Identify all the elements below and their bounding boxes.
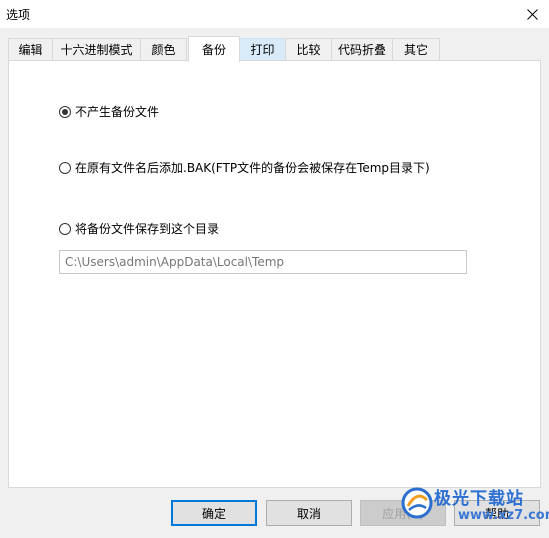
radio-save-to-dir[interactable]: 将备份文件保存到这个目录 <box>59 220 219 237</box>
radio-no-backup[interactable]: 不产生备份文件 <box>59 103 159 120</box>
radio-no-backup-label: 不产生备份文件 <box>75 105 160 119</box>
radio-no-backup-indicator[interactable] <box>59 105 71 118</box>
radio-save-to-dir-label: 将备份文件保存到这个目录 <box>75 222 220 236</box>
radio-append-bak-label: 在原有文件名后添加.BAK(FTP文件的备份会被保存在Temp目录下) <box>75 161 430 175</box>
ok-button[interactable]: 确定 <box>171 500 257 526</box>
tab-hex-mode[interactable]: 十六进制模式 <box>52 38 141 60</box>
tab-strip: 编辑 十六进制模式 颜色 备份 打印 比较 代码折叠 其它 <box>8 36 541 62</box>
tab-compare[interactable]: 比较 <box>285 38 332 60</box>
help-button[interactable]: 帮助 <box>454 500 540 526</box>
tab-print[interactable]: 打印 <box>239 38 286 60</box>
close-button[interactable] <box>515 0 549 28</box>
tab-colors[interactable]: 颜色 <box>140 38 187 60</box>
window-title: 选项 <box>6 8 31 22</box>
tab-code-folding[interactable]: 代码折叠 <box>331 38 393 60</box>
title-bar: 选项 <box>0 0 549 28</box>
tab-edit[interactable]: 编辑 <box>8 38 53 60</box>
backup-panel <box>8 60 541 488</box>
close-icon <box>526 8 538 20</box>
tab-other[interactable]: 其它 <box>392 38 440 60</box>
tab-backup[interactable]: 备份 <box>188 36 240 62</box>
cancel-button[interactable]: 取消 <box>266 500 352 526</box>
radio-append-bak[interactable]: 在原有文件名后添加.BAK(FTP文件的备份会被保存在Temp目录下) <box>59 159 430 176</box>
radio-append-bak-indicator[interactable] <box>59 161 71 174</box>
radio-save-to-dir-indicator[interactable] <box>59 222 71 235</box>
backup-directory-input[interactable] <box>59 250 467 274</box>
apply-button[interactable]: 应用(A) <box>360 500 446 526</box>
